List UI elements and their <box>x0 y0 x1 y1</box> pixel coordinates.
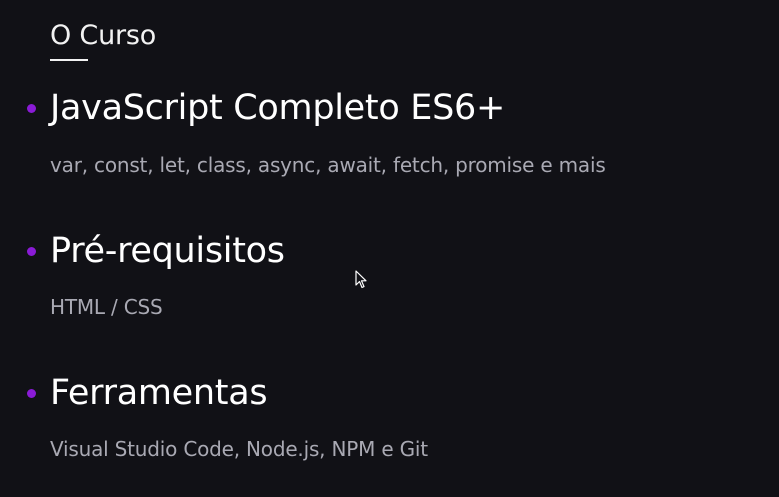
item-title: JavaScript Completo ES6+ <box>50 88 505 128</box>
section-title: O Curso <box>50 20 157 51</box>
item-description: Visual Studio Code, Node.js, NPM e Git <box>50 437 428 461</box>
item-title: Ferramentas <box>50 373 268 413</box>
item-description: HTML / CSS <box>50 295 163 319</box>
purple-dot-icon <box>27 247 36 256</box>
purple-dot-icon <box>27 104 36 113</box>
item-title: Pré-requisitos <box>50 231 285 271</box>
mouse-pointer-icon <box>355 270 367 289</box>
purple-dot-icon <box>27 389 36 398</box>
section-title-underline <box>50 59 88 61</box>
item-description: var, const, let, class, async, await, fe… <box>50 153 606 177</box>
